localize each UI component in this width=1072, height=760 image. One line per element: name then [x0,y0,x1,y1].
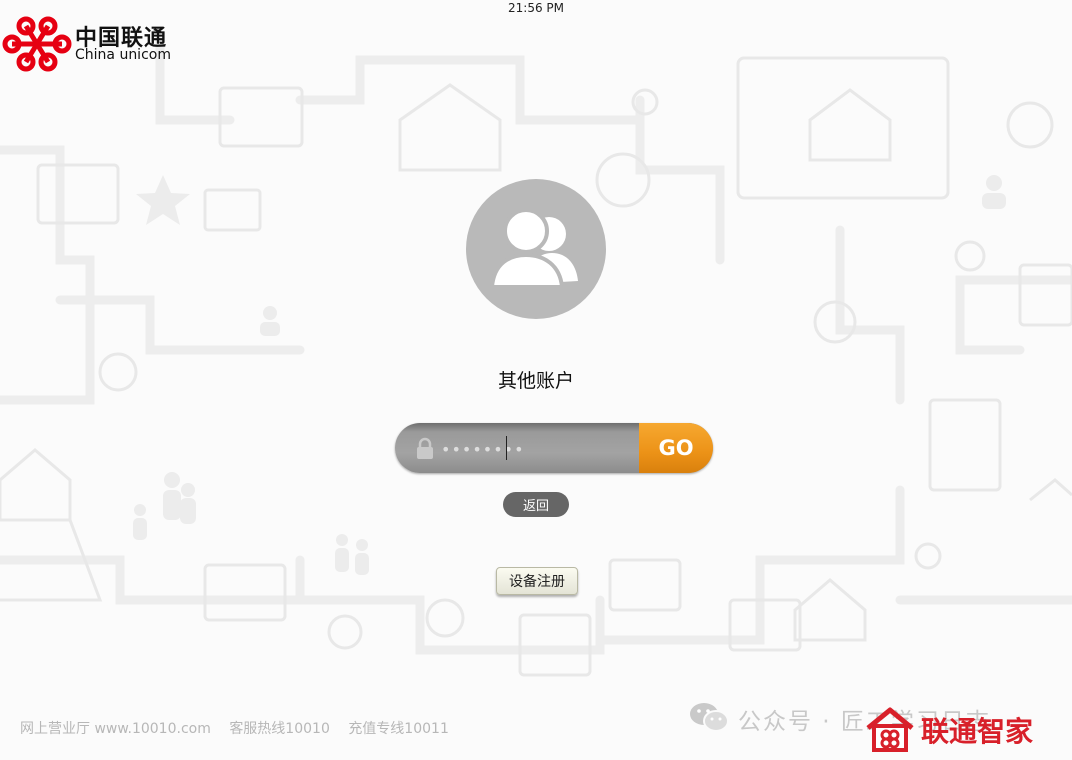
password-input[interactable] [439,435,633,463]
brand-home-icon [866,707,914,752]
footer-info: 网上营业厅 www.10010.com 客服热线10010 充值专线10011 [20,718,463,738]
device-register-button[interactable]: 设备注册 [496,567,578,595]
back-button[interactable]: 返回 [503,492,569,517]
footer-recharge: 充值专线10011 [348,721,449,737]
account-label: 其他账户 [497,370,574,392]
user-avatar-icon [466,179,606,319]
footer-website: 网上营业厅 www.10010.com [20,721,211,737]
go-button[interactable]: GO [639,423,713,473]
unicom-knot-icon [2,16,72,72]
lock-icon [417,437,433,459]
status-time: 21:56 PM [508,1,564,15]
wechat-icon [690,703,729,732]
china-unicom-logo: 中国联通 China unicom [2,16,174,72]
footer-hotline: 客服热线10010 [229,721,330,737]
text-caret [506,436,507,460]
watermark-brand-text: 联通智家 [921,715,1034,748]
password-box: GO [395,423,713,473]
brand-name-en: China unicom [75,47,171,63]
